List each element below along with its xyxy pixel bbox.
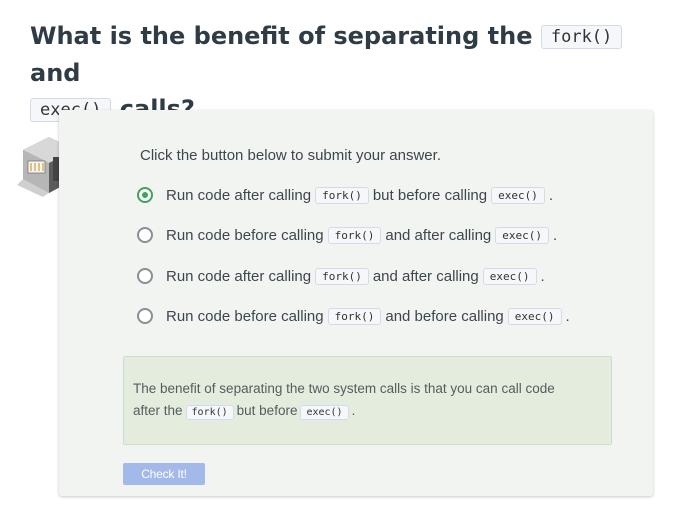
feedback-code-fork: fork() bbox=[185, 405, 234, 420]
option-text: but before calling bbox=[372, 186, 488, 204]
title-text-1: What is the benefit of separating the bbox=[30, 22, 533, 50]
option-text: and after calling bbox=[385, 226, 492, 244]
answer-option-1[interactable]: Run code after calling fork() but before… bbox=[137, 184, 553, 206]
radio-unselected-icon[interactable] bbox=[137, 268, 153, 284]
title-code-fork: fork() bbox=[540, 25, 623, 49]
option-text: and before calling bbox=[385, 307, 504, 325]
feedback-code-exec: exec() bbox=[300, 405, 349, 420]
question-card: Click the button below to submit your an… bbox=[59, 110, 653, 496]
option-text: Run code before calling bbox=[166, 307, 324, 325]
option-code: fork() bbox=[327, 226, 382, 244]
option-code: exec() bbox=[482, 267, 537, 285]
option-text: . bbox=[540, 267, 545, 285]
check-it-button[interactable]: Check It! bbox=[123, 463, 205, 485]
radio-unselected-icon[interactable] bbox=[137, 227, 153, 243]
radio-unselected-icon[interactable] bbox=[137, 308, 153, 324]
option-code: exec() bbox=[495, 226, 550, 244]
option-code: fork() bbox=[327, 307, 382, 325]
option-text: . bbox=[565, 307, 570, 325]
option-code: exec() bbox=[491, 186, 545, 204]
option-code: exec() bbox=[507, 307, 562, 325]
radio-selected-icon[interactable] bbox=[137, 187, 153, 203]
answer-option-3[interactable]: Run code after calling fork() and after … bbox=[137, 265, 545, 287]
option-text: . bbox=[553, 226, 558, 244]
feedback-text: after the bbox=[133, 403, 183, 418]
option-code: fork() bbox=[315, 267, 369, 285]
option-text: Run code after calling bbox=[166, 186, 312, 204]
quiz-instructions: Click the button below to submit your an… bbox=[140, 147, 441, 164]
option-text: Run code before calling bbox=[166, 226, 324, 244]
feedback-line-1: The benefit of separating the two system… bbox=[133, 381, 555, 396]
title-text-2: and bbox=[30, 59, 81, 87]
answer-option-4[interactable]: Run code before calling fork() and befor… bbox=[137, 305, 570, 327]
option-code: fork() bbox=[315, 186, 369, 204]
option-text: Run code after calling bbox=[166, 267, 312, 285]
answer-option-2[interactable]: Run code before calling fork() and after… bbox=[137, 224, 557, 246]
feedback-text: . bbox=[351, 403, 356, 418]
answer-feedback: The benefit of separating the two system… bbox=[123, 356, 612, 445]
feedback-text: but before bbox=[236, 403, 298, 418]
option-text: and after calling bbox=[372, 267, 479, 285]
feedback-line-2: after the fork() but before exec(). bbox=[133, 400, 602, 424]
option-text: . bbox=[548, 186, 554, 204]
